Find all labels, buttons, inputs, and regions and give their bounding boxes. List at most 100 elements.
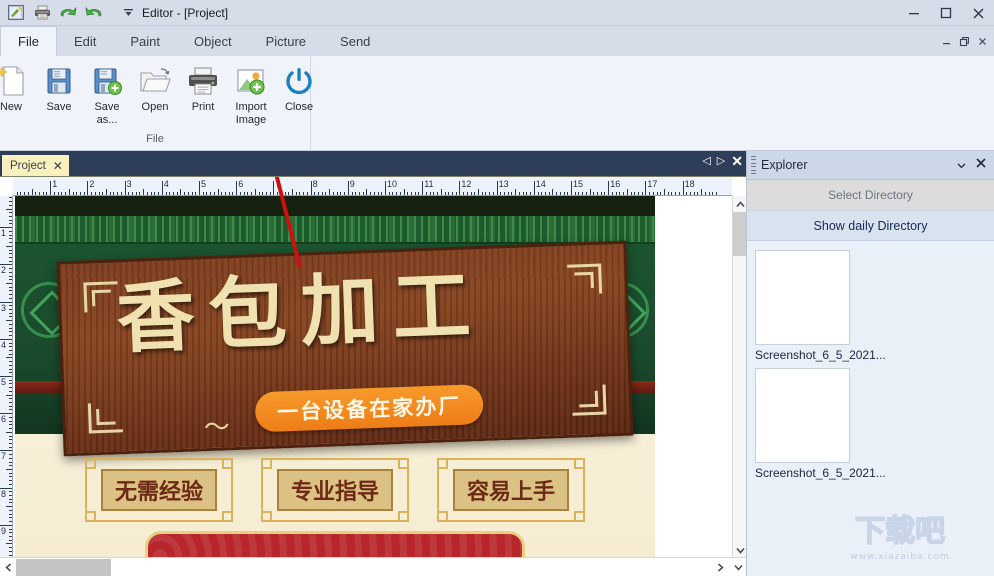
- import-image-icon: [235, 63, 267, 99]
- ruler-h-label: 6: [238, 179, 243, 189]
- ruler-h-label: 8: [313, 179, 318, 189]
- poster-feature-1: 无需经验: [85, 458, 233, 522]
- customize-dropdown-icon[interactable]: [120, 4, 136, 22]
- explorer-file-list[interactable]: Screenshot_6_5_2021... Screenshot_6_5_20…: [747, 242, 994, 576]
- tab-send-label: Send: [340, 34, 370, 49]
- poster-corner-bl: [88, 402, 123, 433]
- explorer-close-icon[interactable]: [975, 157, 987, 173]
- maximize-button[interactable]: [930, 0, 962, 26]
- list-item[interactable]: Screenshot_6_5_2021...: [747, 250, 994, 362]
- ruler-h-label: 5: [201, 179, 206, 189]
- vertical-ruler[interactable]: 123456789: [0, 196, 13, 558]
- explorer-header-controls: [957, 157, 994, 173]
- scroll-down-button[interactable]: [733, 542, 747, 558]
- tab-picture[interactable]: Picture: [249, 26, 323, 56]
- ruler-h-label: 4: [164, 179, 169, 189]
- close-button[interactable]: [962, 0, 994, 26]
- ruler-v-label: 4: [1, 340, 6, 350]
- new-button-label: New: [0, 101, 35, 114]
- new-button[interactable]: New: [0, 60, 35, 128]
- ruler-h-label: 18: [685, 179, 695, 189]
- vertical-scroll-thumb[interactable]: [733, 212, 747, 256]
- mdi-close-icon[interactable]: [974, 32, 990, 50]
- list-item[interactable]: Screenshot_6_5_2021...: [747, 368, 994, 480]
- document-tab-label: Project: [10, 160, 46, 172]
- save-floppy-icon: [44, 63, 74, 99]
- poster-red-banner: 年四季有兰: [145, 531, 525, 558]
- tab-picture-label: Picture: [266, 34, 306, 49]
- mdi-restore-icon[interactable]: [956, 32, 972, 50]
- tab-file[interactable]: File: [0, 26, 57, 56]
- show-daily-directory-label: Show daily Directory: [814, 219, 928, 233]
- open-button-label: Open: [131, 101, 179, 114]
- tab-edit[interactable]: Edit: [57, 26, 113, 56]
- undo-icon[interactable]: [58, 4, 78, 22]
- ruler-h-label: 15: [573, 179, 583, 189]
- tab-paint-label: Paint: [130, 34, 160, 49]
- window-title: Editor - [Project]: [142, 6, 228, 20]
- quick-access-toolbar: [0, 4, 136, 22]
- mdi-minimize-icon[interactable]: [938, 32, 954, 50]
- image-thumbnail[interactable]: [755, 250, 850, 345]
- poster-image[interactable]: 香包加工 〜 一台设备在家办厂 无需经验 专业指导 容易上手: [15, 196, 655, 558]
- ruler-v-label: 8: [1, 489, 6, 499]
- ribbon-group-file: New Save: [0, 56, 311, 150]
- poster-wood-board: 香包加工 〜 一台设备在家办厂: [57, 241, 634, 457]
- horizontal-ruler[interactable]: 123456789101112131415161718: [13, 177, 732, 196]
- tab-send[interactable]: Send: [323, 26, 387, 56]
- explorer-title: Explorer: [761, 158, 808, 172]
- image-thumbnail[interactable]: [755, 368, 850, 463]
- panel-grip-icon[interactable]: [751, 156, 756, 174]
- ribbon-panel: New Save: [0, 56, 994, 151]
- document-tab-project[interactable]: Project ✕: [2, 155, 69, 176]
- canvas-vertical-scrollbar[interactable]: [732, 196, 746, 558]
- scroll-left-button[interactable]: [0, 558, 16, 576]
- save-button-label: Save: [35, 101, 83, 114]
- poster-corner-br: [572, 384, 607, 415]
- tab-edit-label: Edit: [74, 34, 96, 49]
- tab-next-icon[interactable]: ▷: [717, 156, 725, 167]
- tab-prev-icon[interactable]: ◁: [702, 156, 710, 167]
- redo-icon[interactable]: [84, 4, 104, 22]
- document-tab-close-icon[interactable]: ✕: [53, 160, 63, 172]
- new-document-icon: [0, 63, 26, 99]
- ruler-h-label: 13: [499, 179, 509, 189]
- close-document-button[interactable]: Close: [275, 60, 323, 128]
- import-image-button[interactable]: Import Image: [227, 60, 275, 128]
- poster-top-band: [15, 196, 655, 216]
- minimize-button[interactable]: [898, 0, 930, 26]
- select-directory-button[interactable]: Select Directory: [747, 180, 994, 211]
- explorer-header: Explorer: [747, 151, 994, 180]
- poster-swirl-ornament: 〜: [203, 406, 230, 444]
- save-as-button[interactable]: Save as...: [83, 60, 131, 128]
- tab-object[interactable]: Object: [177, 26, 249, 56]
- app-icon[interactable]: [6, 4, 26, 22]
- canvas-horizontal-scrollbar[interactable]: [0, 557, 746, 576]
- tab-object-label: Object: [194, 34, 232, 49]
- import-image-button-label: Import Image: [227, 101, 275, 127]
- scroll-corner-button[interactable]: [730, 558, 746, 576]
- application-window: Editor - [Project] File Edit Paint Objec…: [0, 0, 994, 576]
- save-as-button-label: Save as...: [83, 101, 131, 127]
- list-item-label: Screenshot_6_5_2021...: [755, 348, 994, 362]
- print-icon[interactable]: [32, 4, 52, 22]
- power-close-icon: [283, 63, 315, 99]
- show-daily-directory-button[interactable]: Show daily Directory: [747, 211, 994, 241]
- chevron-down-icon[interactable]: [957, 157, 966, 173]
- horizontal-scroll-thumb[interactable]: [16, 559, 111, 576]
- poster-feature-3: 容易上手: [437, 458, 585, 522]
- scroll-up-button[interactable]: [733, 196, 747, 212]
- window-controls: [898, 0, 994, 26]
- canvas[interactable]: 香包加工 〜 一台设备在家办厂 无需经验 专业指导 容易上手: [13, 196, 732, 558]
- save-as-floppy-icon: [92, 63, 122, 99]
- ruler-h-label: 3: [127, 179, 132, 189]
- print-button[interactable]: Print: [179, 60, 227, 128]
- poster-feature-3-label: 容易上手: [453, 469, 569, 511]
- tab-close-icon[interactable]: ✕: [731, 154, 743, 168]
- poster-greek-key-border: [15, 216, 655, 244]
- save-button[interactable]: Save: [35, 60, 83, 128]
- scroll-right-button[interactable]: [712, 558, 728, 576]
- open-button[interactable]: Open: [131, 60, 179, 128]
- tab-paint[interactable]: Paint: [113, 26, 177, 56]
- list-item-label: Screenshot_6_5_2021...: [755, 466, 994, 480]
